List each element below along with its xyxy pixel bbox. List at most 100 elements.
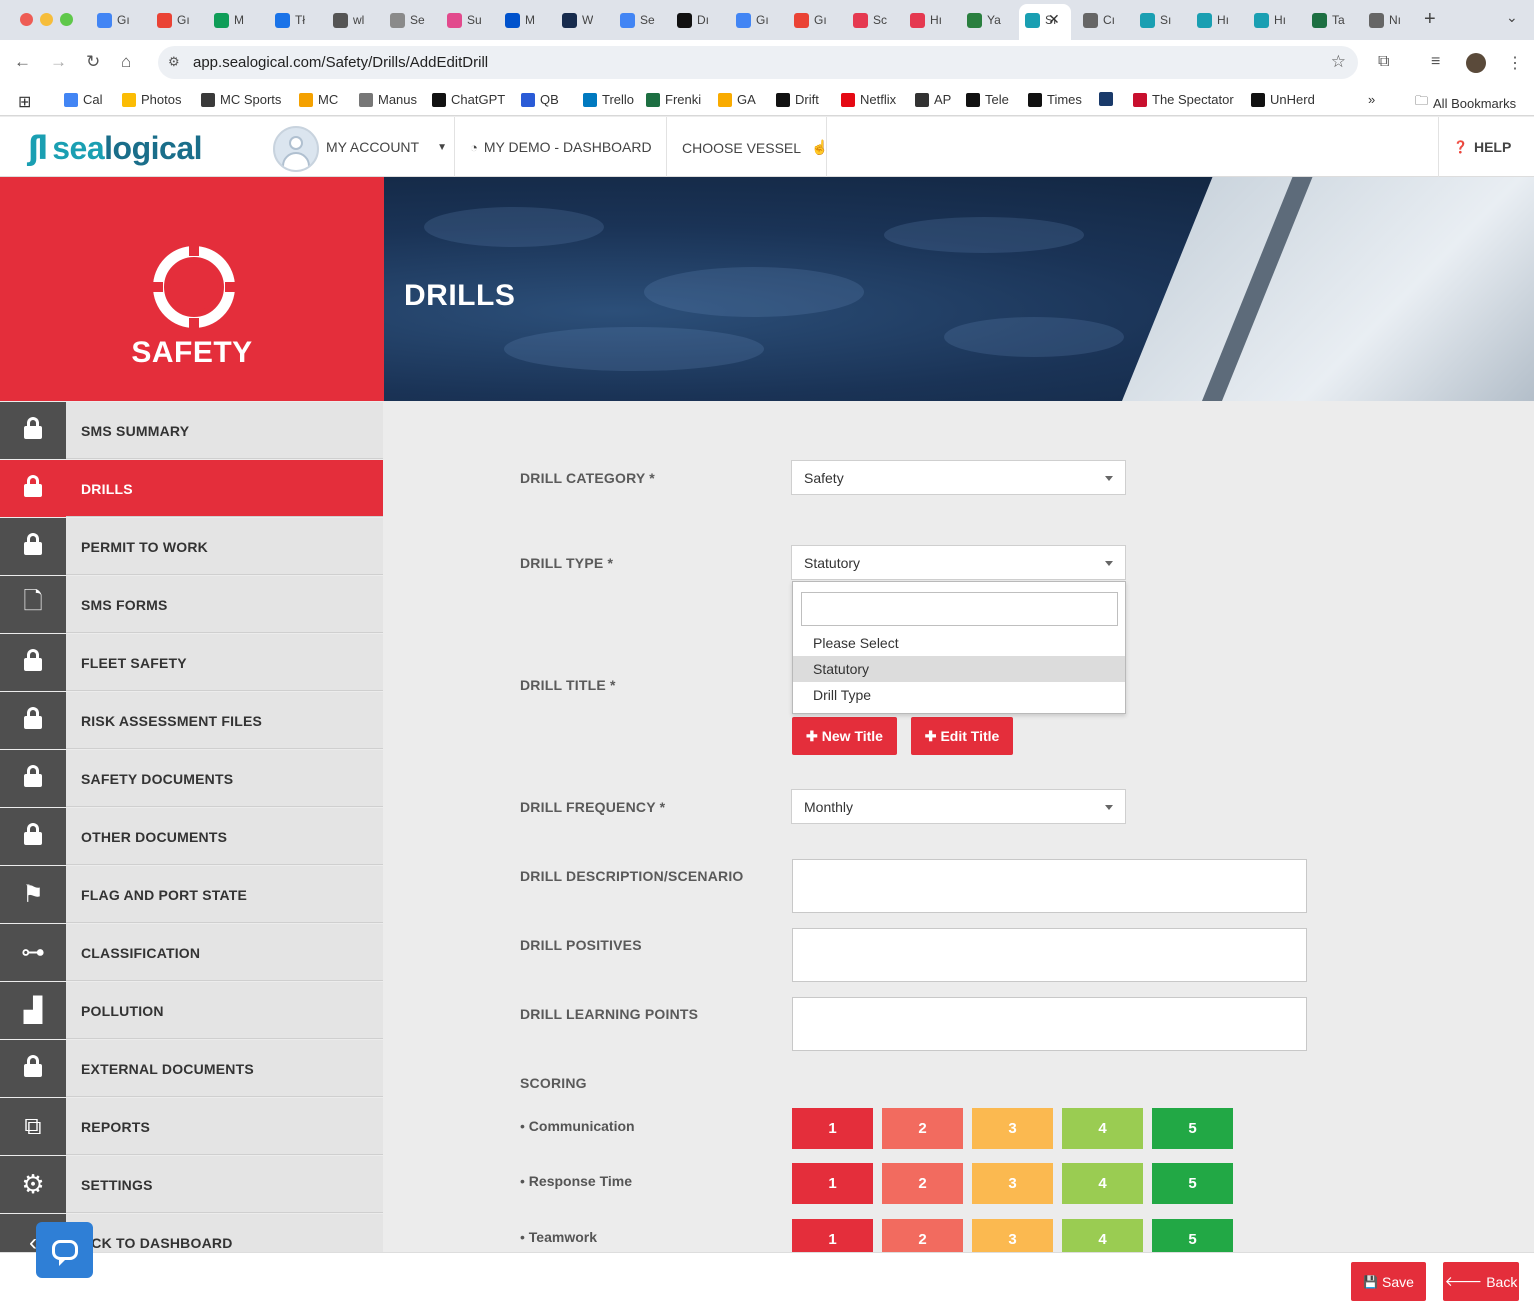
sidebar-item-risk-assessment-files[interactable]: RISK ASSESSMENT FILES <box>0 692 383 749</box>
chat-widget-button[interactable] <box>36 1222 93 1278</box>
user-avatar[interactable] <box>273 126 319 172</box>
bookmark-item[interactable]: QB <box>521 92 559 107</box>
browser-tab[interactable]: Gı <box>157 7 190 33</box>
browser-tab[interactable]: Hı <box>910 7 942 33</box>
sidebar-item-other-documents[interactable]: OTHER DOCUMENTS <box>0 808 383 865</box>
site-settings-icon[interactable]: ⚙ <box>168 54 180 70</box>
save-button[interactable]: 💾 Save <box>1351 1262 1426 1301</box>
reload-icon[interactable]: ↻ <box>86 52 100 72</box>
sidebar-item-fleet-safety[interactable]: FLEET SAFETY <box>0 634 383 691</box>
new-title-button[interactable]: ✚ New Title <box>792 717 897 755</box>
score-button[interactable]: 1 <box>792 1108 873 1149</box>
sidebar-item-external-documents[interactable]: EXTERNAL DOCUMENTS <box>0 1040 383 1097</box>
bookmark-item[interactable]: Drift <box>776 92 819 107</box>
bookmark-item[interactable]: Cal <box>64 92 103 107</box>
drill-category-select[interactable]: Safety <box>791 460 1126 495</box>
dropdown-option[interactable]: Please Select <box>793 630 1125 656</box>
back-button[interactable]: 🡐 Back <box>1443 1262 1519 1301</box>
more-bookmarks-icon[interactable]: » <box>1368 92 1375 107</box>
address-bar[interactable]: ⚙ app.sealogical.com/Safety/Drills/AddEd… <box>158 46 1358 79</box>
bookmark-item[interactable]: Times <box>1028 92 1082 107</box>
bookmark-item[interactable]: ChatGPT <box>432 92 505 107</box>
browser-tab[interactable]: Ta <box>1312 7 1345 33</box>
bookmark-item[interactable]: Tele <box>966 92 1009 107</box>
browser-tab[interactable]: Ya <box>967 7 1001 33</box>
browser-tab[interactable]: Sc <box>853 7 887 33</box>
score-button[interactable]: 3 <box>972 1163 1053 1204</box>
score-button[interactable]: 2 <box>882 1108 963 1149</box>
score-button[interactable]: 1 <box>792 1163 873 1204</box>
bookmark-item[interactable] <box>1099 92 1118 106</box>
score-button[interactable]: 2 <box>882 1163 963 1204</box>
browser-tab[interactable]: Tł <box>275 7 305 33</box>
sidebar-item-flag-and-port-state[interactable]: ⚑ FLAG AND PORT STATE <box>0 866 383 923</box>
browser-tab[interactable]: wl <box>333 7 364 33</box>
score-button[interactable]: 4 <box>1062 1163 1143 1204</box>
browser-tab[interactable]: Cı <box>1083 7 1115 33</box>
dashboard-link[interactable]: ◔ MY DEMO - DASHBOARD <box>470 139 652 155</box>
tab-search-chevron-icon[interactable]: ⌄ <box>1506 9 1518 26</box>
score-button[interactable]: 4 <box>1062 1108 1143 1149</box>
sidebar-item-sms-summary[interactable]: SMS SUMMARY <box>0 402 383 459</box>
profile-avatar[interactable] <box>1466 53 1486 73</box>
bookmark-item[interactable]: The Spectator <box>1133 92 1234 107</box>
back-arrow-icon[interactable]: ← <box>14 52 31 72</box>
browser-tab[interactable]: M <box>214 7 244 33</box>
browser-tab[interactable]: Gı <box>736 7 769 33</box>
forward-arrow-icon[interactable]: → <box>50 52 67 72</box>
score-button[interactable]: 3 <box>972 1108 1053 1149</box>
bookmark-item[interactable]: Trello <box>583 92 634 107</box>
close-tab-icon[interactable]: ✕ <box>1048 11 1060 28</box>
media-control-icon[interactable]: ≡ <box>1431 53 1440 71</box>
sidebar-item-safety-documents[interactable]: SAFETY DOCUMENTS <box>0 750 383 807</box>
drill-frequency-select[interactable]: Monthly <box>791 789 1126 824</box>
drill-description-textarea[interactable] <box>792 859 1307 913</box>
all-bookmarks-link[interactable]: 🗀 All Bookmarks <box>1415 92 1516 114</box>
bookmark-item[interactable]: Photos <box>122 92 181 107</box>
bookmark-item[interactable]: GA <box>718 92 756 107</box>
choose-vessel-button[interactable]: CHOOSE VESSEL ☝ <box>682 139 828 156</box>
sidebar-item-reports[interactable]: ⧉ REPORTS <box>0 1098 383 1155</box>
bookmark-item[interactable]: AP <box>915 92 951 107</box>
browser-tab[interactable]: Hı <box>1254 7 1286 33</box>
browser-tab[interactable]: Nı <box>1369 7 1401 33</box>
maximize-window-icon[interactable] <box>60 13 73 26</box>
home-icon[interactable]: ⌂ <box>121 52 131 72</box>
sidebar-item-classification[interactable]: ⊶ CLASSIFICATION <box>0 924 383 981</box>
browser-tab[interactable]: Su <box>447 7 482 33</box>
browser-tab[interactable]: W <box>562 7 593 33</box>
dropdown-option-selected[interactable]: Statutory <box>793 656 1125 682</box>
drill-learning-points-textarea[interactable] <box>792 997 1307 1051</box>
bookmark-item[interactable]: Netflix <box>841 92 896 107</box>
new-tab-icon[interactable]: + <box>1424 8 1436 31</box>
url-text[interactable]: app.sealogical.com/Safety/Drills/AddEdit… <box>193 54 488 71</box>
score-button[interactable]: 5 <box>1152 1163 1233 1204</box>
drill-positives-textarea[interactable] <box>792 928 1307 982</box>
edit-title-button[interactable]: ✚ Edit Title <box>911 717 1013 755</box>
sidebar-item-settings[interactable]: ⚙ SETTINGS <box>0 1156 383 1213</box>
dropdown-option[interactable]: Drill Type <box>793 682 1125 708</box>
browser-tab[interactable]: Se <box>620 7 655 33</box>
bookmark-item[interactable]: MC Sports <box>201 92 281 107</box>
sidebar-item-permit-to-work[interactable]: PERMIT TO WORK <box>0 518 383 575</box>
score-button[interactable]: 5 <box>1152 1108 1233 1149</box>
sidebar-item-drills[interactable]: DRILLS <box>0 460 383 517</box>
browser-tab[interactable]: Se <box>390 7 425 33</box>
close-window-icon[interactable] <box>20 13 33 26</box>
sidebar-item-sms-forms[interactable]: 🗋 SMS FORMS <box>0 576 383 633</box>
browser-tab[interactable]: M <box>505 7 535 33</box>
bookmark-item[interactable]: Manus <box>359 92 417 107</box>
bookmark-item[interactable]: Frenki <box>646 92 701 107</box>
sidebar-item-pollution[interactable]: ▟ POLLUTION <box>0 982 383 1039</box>
drill-type-select[interactable]: Statutory <box>791 545 1126 580</box>
my-account-menu[interactable]: MY ACCOUNT ▼ <box>326 139 447 155</box>
drill-type-search-input[interactable] <box>801 592 1118 626</box>
bookmark-item[interactable]: MC <box>299 92 338 107</box>
apps-grid-icon[interactable]: ⊞ <box>18 92 31 112</box>
bookmark-item[interactable]: UnHerd <box>1251 92 1315 107</box>
browser-tab[interactable]: Hı <box>1197 7 1229 33</box>
browser-tab[interactable]: Sı <box>1140 7 1171 33</box>
help-link[interactable]: ❓ HELP <box>1453 139 1511 155</box>
browser-tab[interactable]: Gı <box>794 7 827 33</box>
extensions-icon[interactable]: ⧉ <box>1378 53 1389 71</box>
